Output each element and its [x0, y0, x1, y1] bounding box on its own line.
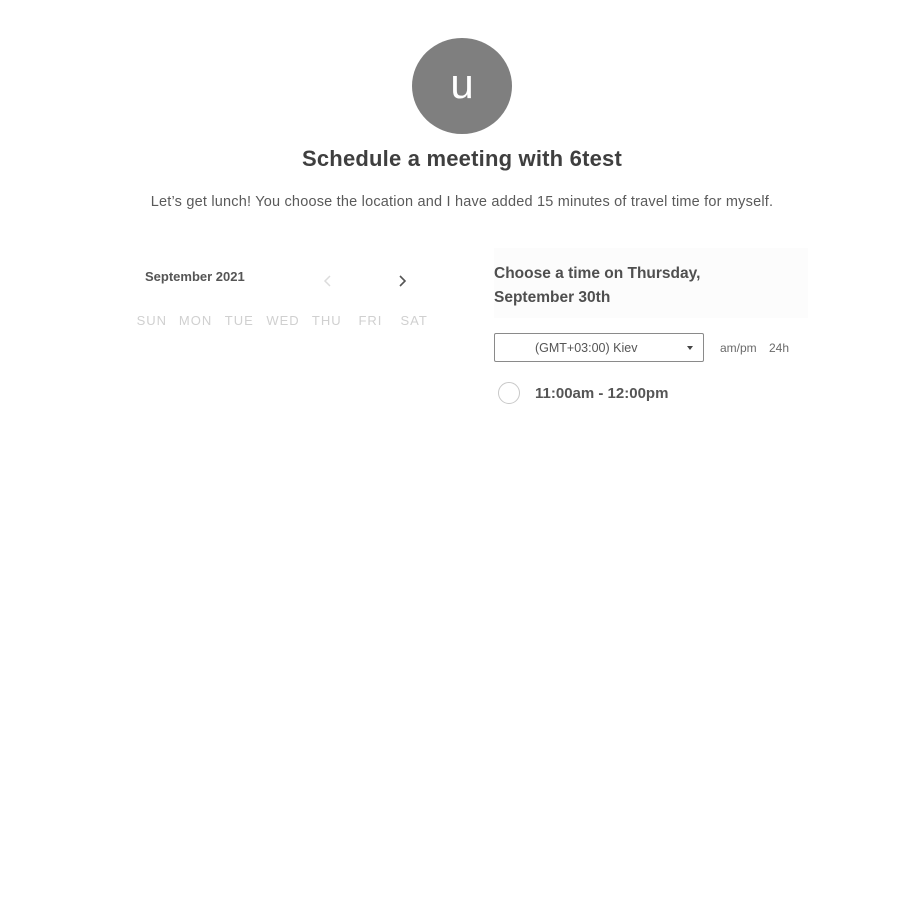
choose-time-heading: Choose a time on Thursday, September 30t…: [494, 265, 701, 306]
weekday-fri: FRI: [358, 313, 383, 328]
time-slot-radio[interactable]: [498, 382, 520, 404]
weekday-mon: MON: [178, 313, 213, 328]
next-month-button[interactable]: [392, 271, 412, 291]
chevron-right-icon: [399, 275, 407, 287]
time-slot-label: 11:00am - 12:00pm: [535, 384, 669, 402]
weekday-header: SUN MON TUE WED THU FRI SAT: [130, 313, 436, 328]
time-panel-header: Choose a time on Thursday, September 30t…: [494, 248, 808, 318]
weekday-sat: SAT: [400, 313, 428, 328]
timezone-selected-value: (GMT+03:00) Kiev: [535, 341, 638, 355]
weekday-thu: THU: [311, 313, 342, 328]
weekday-sun: SUN: [136, 313, 168, 328]
format-24h-toggle[interactable]: 24h: [769, 341, 789, 355]
format-ampm-toggle[interactable]: am/pm: [720, 341, 757, 355]
meeting-description: Let’s get lunch! You choose the location…: [150, 194, 774, 210]
timezone-select[interactable]: (GMT+03:00) Kiev: [494, 333, 704, 362]
chevron-left-icon: [323, 275, 331, 287]
avatar-initial: u: [450, 60, 474, 107]
scheduling-page: u Schedule a meeting with 6test Let’s ge…: [0, 0, 900, 900]
calendar-month-label: September 2021: [145, 269, 245, 284]
weekday-tue: TUE: [224, 313, 254, 328]
weekday-wed: WED: [266, 313, 300, 328]
time-slot-option[interactable]: 11:00am - 12:00pm: [498, 381, 668, 405]
previous-month-button[interactable]: [318, 271, 338, 291]
avatar: u: [412, 38, 512, 134]
caret-down-icon: [687, 346, 693, 350]
page-title: Schedule a meeting with 6test: [302, 146, 622, 171]
